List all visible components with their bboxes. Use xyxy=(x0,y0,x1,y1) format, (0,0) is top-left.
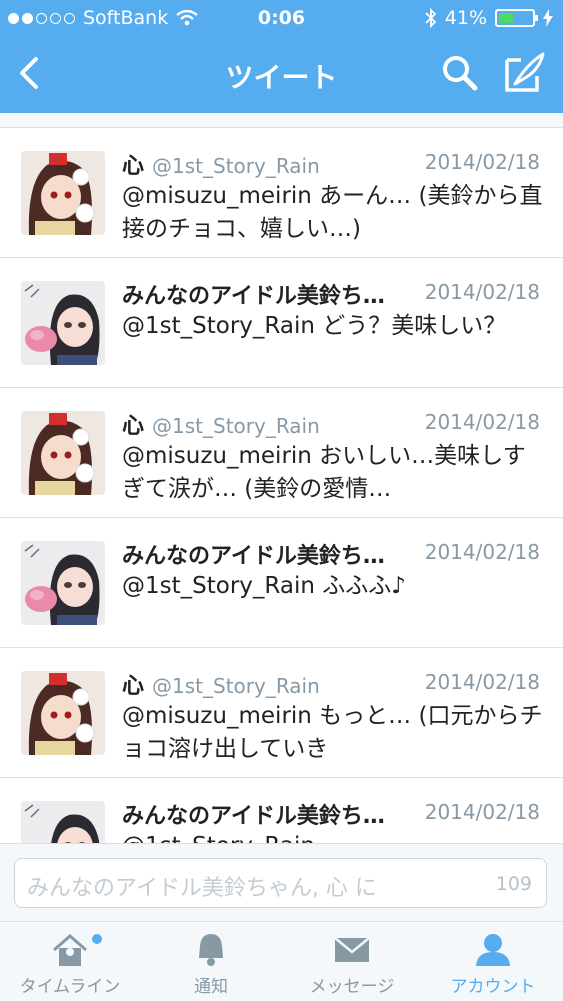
tab-account[interactable]: アカウント xyxy=(423,922,563,1001)
display-name: 心 xyxy=(122,414,145,439)
battery-icon xyxy=(495,9,538,27)
bluetooth-icon xyxy=(425,8,437,28)
tab-label: メッセージ xyxy=(309,977,395,997)
tweet-author[interactable]: みんなのアイドル美鈴ち… xyxy=(122,278,385,310)
tab-messages[interactable]: メッセージ xyxy=(282,922,422,1001)
tweet-list[interactable]: 心 @1st_Story_Rain 2014/02/18 @misuzu_meirin… xyxy=(0,127,563,844)
avatar[interactable] xyxy=(21,151,105,235)
tweet-author[interactable]: みんなのアイドル美鈴ち… xyxy=(122,798,385,830)
reply-placeholder: みんなのアイドル美鈴ちゃん, 心 に xyxy=(27,876,377,901)
tab-notifications[interactable]: 通知 xyxy=(141,922,281,1001)
tweet-author[interactable]: 心 @1st_Story_Rain xyxy=(122,408,320,440)
status-bar: SoftBank 0:06 41% xyxy=(0,0,563,38)
tweet-author[interactable]: 心 @1st_Story_Rain xyxy=(122,148,320,180)
tweet-row[interactable]: みんなのアイドル美鈴ち… 2014/02/18 @1st_Story_Rain xyxy=(0,778,563,844)
tweet-text: @1st_Story_Rain どう？美味しい？ xyxy=(122,313,507,339)
navigation-bar: ツイート xyxy=(0,38,563,113)
person-icon xyxy=(476,934,510,966)
tweet-text: @misuzu_meirin もっと… (口元からチョコ溶け出していき xyxy=(122,703,543,762)
reply-input[interactable]: みんなのアイドル美鈴ちゃん, 心 に 109 xyxy=(14,858,547,908)
character-count: 109 xyxy=(495,873,532,895)
tweet-date: 2014/02/18 xyxy=(424,800,540,824)
avatar[interactable] xyxy=(21,411,105,495)
compose-icon[interactable] xyxy=(503,50,547,94)
screen-name: @1st_Story_Rain xyxy=(152,154,320,178)
tweet-text: @1st_Story_Rain xyxy=(122,830,547,844)
display-name: みんなのアイドル美鈴ち… xyxy=(122,284,385,309)
reply-composer: みんなのアイドル美鈴ちゃん, 心 に 109 xyxy=(0,843,563,922)
tweet-text: @misuzu_meirin あーん… (美鈴から直接のチョコ、嬉しい…) xyxy=(122,183,543,242)
charging-icon xyxy=(543,9,553,27)
tab-bar: タイムライン 通知 メッセージ アカウント xyxy=(0,921,563,1001)
avatar[interactable] xyxy=(21,541,105,625)
tweet-date: 2014/02/18 xyxy=(424,410,540,434)
tweet-row[interactable]: 心 @1st_Story_Rain 2014/02/18 @misuzu_meirin… xyxy=(0,128,563,258)
display-name: みんなのアイドル美鈴ち… xyxy=(122,804,385,829)
battery-percent: 41% xyxy=(444,7,487,29)
avatar[interactable] xyxy=(21,801,105,844)
tab-label: 通知 xyxy=(194,977,228,997)
display-name: 心 xyxy=(122,154,145,179)
screen-name: @1st_Story_Rain xyxy=(152,674,320,698)
tweet-date: 2014/02/18 xyxy=(424,280,540,304)
tab-label: アカウント xyxy=(450,977,536,997)
tweet-row[interactable]: 心 @1st_Story_Rain 2014/02/18 @misuzu_meirin… xyxy=(0,388,563,518)
notification-dot xyxy=(92,934,102,944)
tab-label: タイムライン xyxy=(19,977,121,997)
avatar[interactable] xyxy=(21,671,105,755)
tweet-row[interactable]: みんなのアイドル美鈴ち… 2014/02/18 @1st_Story_Rain ふふ… xyxy=(0,518,563,648)
tweet-date: 2014/02/18 xyxy=(424,150,540,174)
tweet-date: 2014/02/18 xyxy=(424,670,540,694)
tab-timeline[interactable]: タイムライン xyxy=(0,922,140,1001)
display-name: みんなのアイドル美鈴ち… xyxy=(122,544,385,569)
avatar[interactable] xyxy=(21,281,105,365)
tweet-date: 2014/02/18 xyxy=(424,540,540,564)
tweet-author[interactable]: 心 @1st_Story_Rain xyxy=(122,668,320,700)
header: SoftBank 0:06 41% ツイート xyxy=(0,0,563,113)
tweet-text: @1st_Story_Rain ふふふ♪ xyxy=(122,573,406,599)
bell-icon xyxy=(199,934,223,966)
tweet-text: @misuzu_meirin おいしい…美味しすぎて涙が… (美鈴の愛情… xyxy=(122,443,526,502)
home-icon xyxy=(53,934,87,966)
tweet-author[interactable]: みんなのアイドル美鈴ち… xyxy=(122,538,385,570)
display-name: 心 xyxy=(122,674,145,699)
tweet-row[interactable]: 心 @1st_Story_Rain 2014/02/18 @misuzu_meirin… xyxy=(0,648,563,778)
envelope-icon xyxy=(334,937,370,962)
screen-name: @1st_Story_Rain xyxy=(152,414,320,438)
tweet-row[interactable]: みんなのアイドル美鈴ち… 2014/02/18 @1st_Story_Rain どう… xyxy=(0,258,563,388)
search-icon[interactable] xyxy=(440,53,480,93)
